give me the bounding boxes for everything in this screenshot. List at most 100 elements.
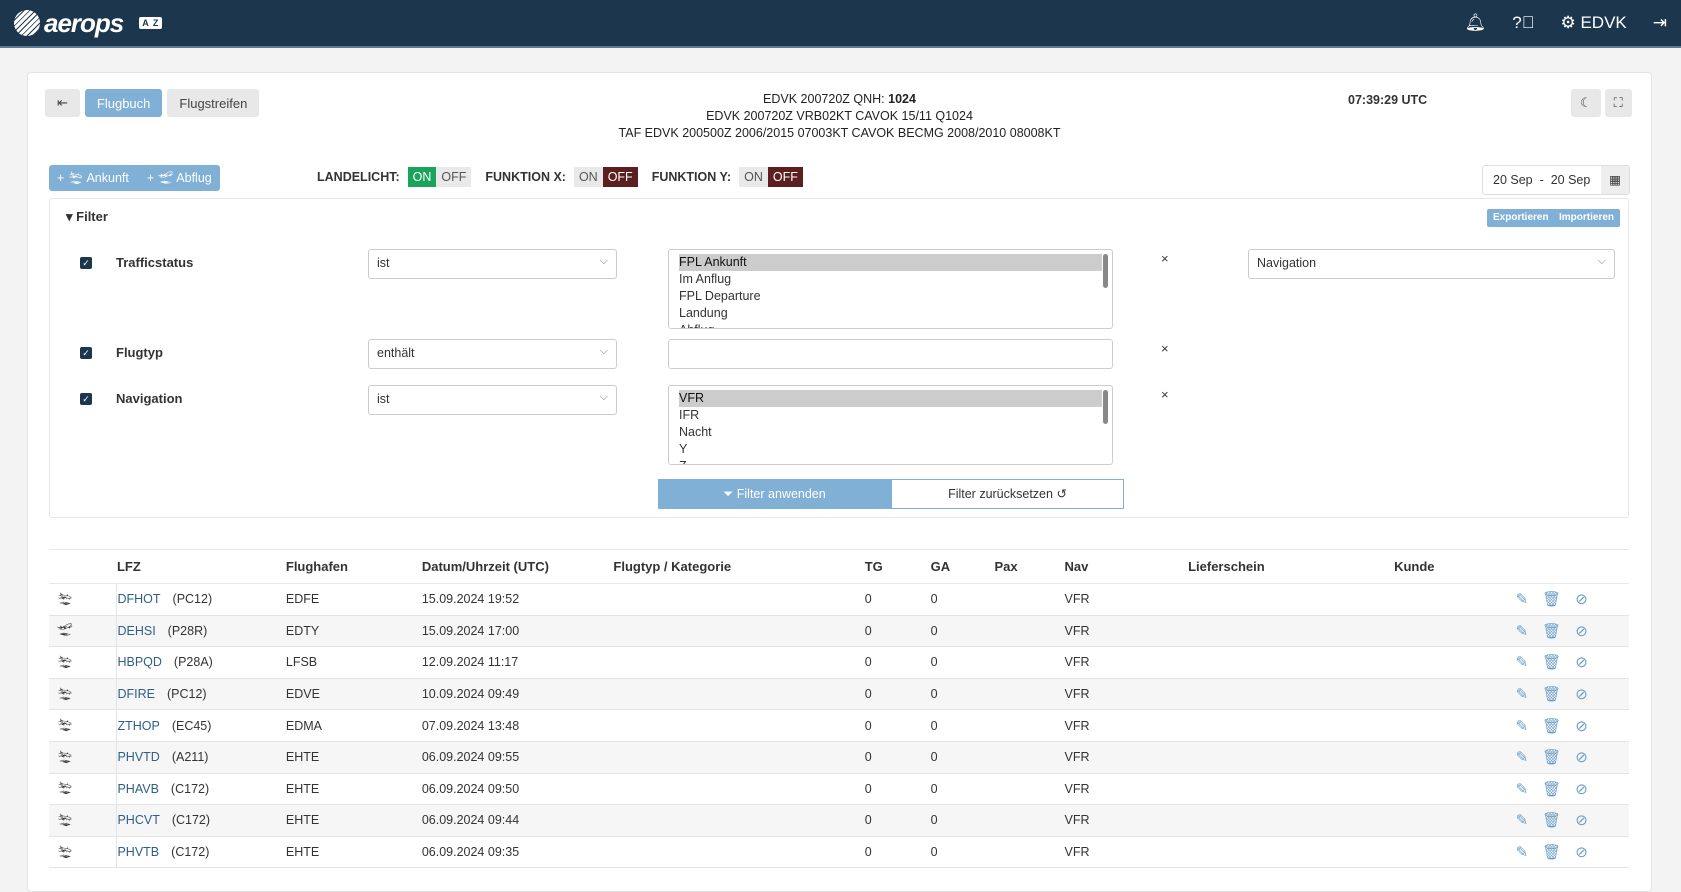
edit-icon[interactable]: ✎ [1516,654,1529,671]
edit-icon[interactable]: ✎ [1516,749,1529,766]
filter-operator-trafficstatus[interactable]: ist ⌵ [368,249,617,279]
fullscreen-button[interactable]: ⛶ [1604,89,1632,117]
date-from: 20 Sep [1493,173,1533,187]
trash-icon[interactable]: 🗑︎ [1542,623,1561,640]
aircraft-link[interactable]: DFIRE [117,687,155,701]
flugtyp-cell [613,709,865,742]
aerops-logo[interactable]: aerops A Z [14,8,163,39]
listbox-option[interactable]: VFR [679,390,1102,407]
add-arrival-button[interactable]: + 🛬︎ Ankunft [57,171,129,186]
exit-button[interactable]: ⇤ [45,89,80,117]
remove-filter-flugtyp[interactable]: × [1161,341,1169,356]
listbox-option[interactable]: Im Anflug [679,271,1102,288]
edit-icon[interactable]: ✎ [1516,812,1529,829]
trash-icon[interactable]: 🗑︎ [1542,654,1561,671]
edit-icon[interactable]: ✎ [1516,591,1529,608]
aircraft-link[interactable]: DFHOT [117,592,160,606]
toggle-off-button[interactable]: OFF [767,167,803,187]
filter-checkbox-flugtyp[interactable]: ✓ [80,347,92,359]
tg-cell: 0 [864,615,931,648]
listbox-option[interactable]: Z [679,458,1102,464]
toggle-off-button[interactable]: OFF [436,167,472,187]
toggle-1[interactable]: FUNKTION X: ON OFF [485,167,638,187]
trash-icon[interactable]: 🗑︎ [1542,749,1561,766]
lieferschein-cell [1188,709,1395,742]
listbox-option[interactable]: FPL Departure [679,288,1102,305]
trash-icon[interactable]: 🗑︎ [1542,591,1561,608]
cancel-icon[interactable]: ⊘ [1575,591,1588,608]
toggle-off-button[interactable]: OFF [602,167,638,187]
filter-operator-navigation[interactable]: ist ⌵ [368,385,617,415]
export-button[interactable]: Exportieren [1487,209,1555,227]
cancel-icon[interactable]: ⊘ [1575,718,1588,735]
listbox-option[interactable]: IFR [679,407,1102,424]
filter-toggle[interactable]: ▾ Filter [66,209,108,225]
tab-flugbuch[interactable]: Flugbuch [84,89,163,117]
edit-icon[interactable]: ✎ [1516,844,1529,861]
edit-icon[interactable]: ✎ [1516,718,1529,735]
trash-icon[interactable]: 🗑︎ [1542,686,1561,703]
filter-checkbox-navigation[interactable]: ✓ [80,393,92,405]
station-settings[interactable]: ⚙ EDVK [1560,13,1626,33]
add-filter-select[interactable]: Navigation ⌵ [1248,249,1615,279]
aircraft-link[interactable]: ZTHOP [117,719,159,733]
apply-filter-button[interactable]: ⏷ Filter anwenden [658,479,891,509]
trash-icon[interactable]: 🗑︎ [1542,718,1561,735]
listbox-option[interactable]: Landung [679,305,1102,322]
remove-filter-navigation[interactable]: × [1161,387,1169,402]
add-departure-button[interactable]: + 🛫︎ Abflug [147,171,212,186]
cancel-icon[interactable]: ⊘ [1575,781,1588,798]
aircraft-type: (PC12) [166,687,207,702]
cancel-icon[interactable]: ⊘ [1575,623,1588,640]
bell-icon[interactable]: 🔔︎ [1465,13,1487,33]
cancel-icon[interactable]: ⊘ [1575,686,1588,703]
toggle-on-button[interactable]: ON [573,167,603,187]
remove-filter-trafficstatus[interactable]: × [1161,251,1169,266]
cancel-icon[interactable]: ⊘ [1575,749,1588,766]
date-range-picker[interactable]: 20 Sep - 20 Sep ▦ [1482,165,1630,195]
tg-cell: 0 [864,583,931,616]
toggle-2[interactable]: FUNKTION Y: ON OFF [652,167,803,187]
listbox-option[interactable]: FPL Ankunft [679,254,1102,271]
trash-icon[interactable]: 🗑︎ [1542,781,1561,798]
toggle-on-button[interactable]: ON [739,167,768,187]
flugtyp-cell [613,741,865,774]
tab-flugstreifen[interactable]: Flugstreifen [167,89,260,117]
aircraft-link[interactable]: PHAVB [117,782,158,796]
aircraft-link[interactable]: PHCVT [117,813,159,827]
reset-filter-button[interactable]: Filter zurücksetzen ↺ [891,479,1124,509]
edit-icon[interactable]: ✎ [1516,623,1529,640]
listbox-option[interactable]: Y [679,441,1102,458]
listbox-option[interactable]: Abflug [679,322,1102,328]
filter-operator-flugtyp[interactable]: enthält ⌵ [368,339,617,369]
cancel-icon[interactable]: ⊘ [1575,812,1588,829]
scrollbar[interactable] [1103,390,1108,424]
toggle-0[interactable]: LANDELICHT: ON OFF [317,167,472,187]
import-button[interactable]: Importieren [1553,209,1621,227]
trafficstatus-listbox[interactable]: FPL Ankunft Im Anflug FPL Departure Landung… [668,249,1113,329]
filter-checkbox-trafficstatus[interactable]: ✓ [80,257,92,269]
edit-icon[interactable]: ✎ [1516,686,1529,703]
trash-icon[interactable]: 🗑︎ [1542,812,1561,829]
trash-icon[interactable]: 🗑︎ [1542,844,1561,861]
help-icon[interactable]: ?⃝ [1512,13,1534,33]
ga-cell: 0 [930,646,995,679]
aircraft-link[interactable]: PHVTB [117,845,159,859]
cancel-icon[interactable]: ⊘ [1575,654,1588,671]
language-badge[interactable]: A Z [139,17,163,29]
aircraft-link[interactable]: PHVTD [117,750,159,764]
dark-mode-button[interactable]: ☾ [1571,89,1601,117]
dt-cell: 10.09.2024 09:49 [421,678,614,711]
cancel-icon[interactable]: ⊘ [1575,844,1588,861]
calendar-icon[interactable]: ▦ [1601,166,1629,194]
navigation-listbox[interactable]: VFRIFRNachtYZ [668,385,1113,465]
aircraft-link[interactable]: DEHSI [117,624,155,638]
logout-icon[interactable]: ⇥ [1653,13,1667,33]
toggle-on-button[interactable]: ON [407,167,437,187]
scrollbar[interactable] [1103,254,1108,288]
aircraft-link[interactable]: HBPQD [117,655,161,669]
edit-icon[interactable]: ✎ [1516,781,1529,798]
toggle-label: FUNKTION Y: [651,170,732,184]
flugtyp-input[interactable] [668,339,1113,369]
listbox-option[interactable]: Nacht [679,424,1102,441]
